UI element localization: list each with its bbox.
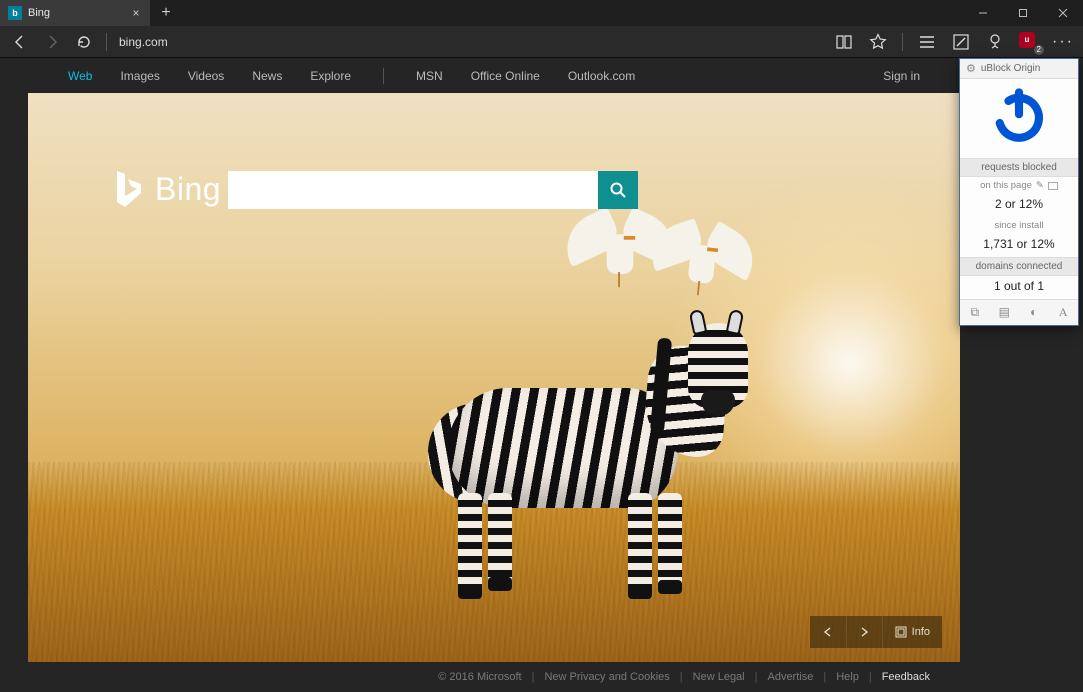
minimize-button[interactable] — [963, 0, 1003, 26]
tab-bar: b Bing × + — [0, 0, 1083, 26]
reading-view-icon[interactable] — [834, 32, 854, 52]
domains-connected-header: domains connected — [960, 257, 1078, 276]
ublock-badge-count: 2 — [1034, 45, 1044, 55]
nav-office-online[interactable]: Office Online — [471, 69, 540, 83]
toggle-icon[interactable] — [1048, 182, 1058, 190]
browser-tab[interactable]: b Bing × — [0, 0, 150, 26]
hero-controls: Info — [810, 616, 942, 648]
footer-link-help[interactable]: Help — [836, 671, 859, 683]
footer-link-privacy[interactable]: New Privacy and Cookies — [544, 671, 669, 683]
hero-prev-button[interactable] — [810, 616, 846, 648]
bing-brand: Bing — [113, 169, 221, 209]
nav-explore[interactable]: Explore — [310, 69, 351, 83]
nav-web[interactable]: Web — [68, 69, 92, 83]
on-this-page-label: on this page ✎ — [960, 177, 1078, 194]
since-install-label: since install — [960, 217, 1078, 234]
on-this-page-value: 2 or 12% — [960, 194, 1078, 217]
back-button[interactable] — [10, 32, 30, 52]
ublock-power-button[interactable] — [960, 79, 1078, 158]
content-area: Web Images Videos News Explore MSN Offic… — [0, 58, 1083, 692]
footer-link-feedback[interactable]: Feedback — [882, 671, 930, 683]
tool-logger-icon[interactable]: ▤ — [990, 300, 1020, 325]
bing-logo-icon — [113, 169, 143, 209]
expand-icon — [895, 626, 907, 638]
domains-connected-value: 1 out of 1 — [960, 276, 1078, 299]
bing-wordmark: Bing — [155, 171, 221, 208]
bing-favicon: b — [8, 6, 22, 20]
info-label: Info — [912, 626, 930, 638]
since-install-value: 1,731 or 12% — [960, 234, 1078, 257]
close-window-button[interactable] — [1043, 0, 1083, 26]
separator — [902, 33, 903, 51]
search-button[interactable] — [598, 171, 638, 209]
ublock-title: uBlock Origin — [981, 63, 1040, 74]
ublock-tools: ⧉ ▤ ◐ A — [960, 299, 1078, 325]
bird-illustration — [607, 234, 634, 274]
footer-link-legal[interactable]: New Legal — [693, 671, 745, 683]
maximize-button[interactable] — [1003, 0, 1043, 26]
close-tab-icon[interactable]: × — [130, 7, 142, 19]
new-tab-button[interactable]: + — [150, 0, 182, 26]
search-form — [228, 171, 638, 209]
tool-picker-icon[interactable]: ⧉ — [960, 300, 990, 325]
gear-icon[interactable]: ⚙ — [966, 62, 976, 75]
hero-next-button[interactable] — [846, 616, 882, 648]
eyedropper-icon[interactable]: ✎ — [1036, 180, 1044, 191]
search-input[interactable] — [228, 171, 598, 209]
hero-info-button[interactable]: Info — [882, 616, 942, 648]
nav-outlook[interactable]: Outlook.com — [568, 69, 635, 83]
browser-toolbar: bing.com u 2 ··· — [0, 26, 1083, 58]
zebra-illustration — [428, 328, 768, 588]
separator — [106, 33, 107, 51]
address-bar[interactable]: bing.com — [119, 35, 168, 49]
window-controls — [963, 0, 1083, 26]
ublock-header: ⚙ uBlock Origin — [960, 59, 1078, 79]
favorite-star-icon[interactable] — [868, 32, 888, 52]
search-icon — [609, 181, 627, 199]
hub-icon[interactable] — [917, 32, 937, 52]
nav-separator — [383, 68, 384, 84]
bing-page: Web Images Videos News Explore MSN Offic… — [28, 58, 960, 692]
web-note-icon[interactable] — [951, 32, 971, 52]
footer-copyright: © 2016 Microsoft — [438, 671, 521, 683]
bing-footer: © 2016 Microsoft | New Privacy and Cooki… — [28, 662, 960, 692]
tab-title: Bing — [28, 7, 124, 19]
ublock-shield-icon: u — [1019, 32, 1035, 48]
nav-news[interactable]: News — [252, 69, 282, 83]
power-icon — [990, 87, 1048, 145]
bing-nav: Web Images Videos News Explore MSN Offic… — [28, 58, 960, 93]
tool-noscript-icon[interactable]: ◐ — [1019, 300, 1049, 325]
sign-in-link[interactable]: Sign in — [883, 69, 920, 83]
footer-link-advertise[interactable]: Advertise — [767, 671, 813, 683]
refresh-button[interactable] — [74, 32, 94, 52]
forward-button[interactable] — [42, 32, 62, 52]
ublock-panel: ⚙ uBlock Origin requests blocked on this… — [959, 58, 1079, 326]
nav-videos[interactable]: Videos — [188, 69, 224, 83]
more-menu-icon[interactable]: ··· — [1053, 32, 1073, 52]
requests-blocked-header: requests blocked — [960, 158, 1078, 177]
bird-illustration — [687, 244, 716, 284]
share-icon[interactable] — [985, 32, 1005, 52]
hero-image: Bing Info — [28, 93, 960, 662]
ublock-extension-button[interactable]: u 2 — [1019, 32, 1039, 52]
nav-msn[interactable]: MSN — [416, 69, 443, 83]
nav-images[interactable]: Images — [120, 69, 159, 83]
tool-fonts-icon[interactable]: A — [1049, 300, 1079, 325]
